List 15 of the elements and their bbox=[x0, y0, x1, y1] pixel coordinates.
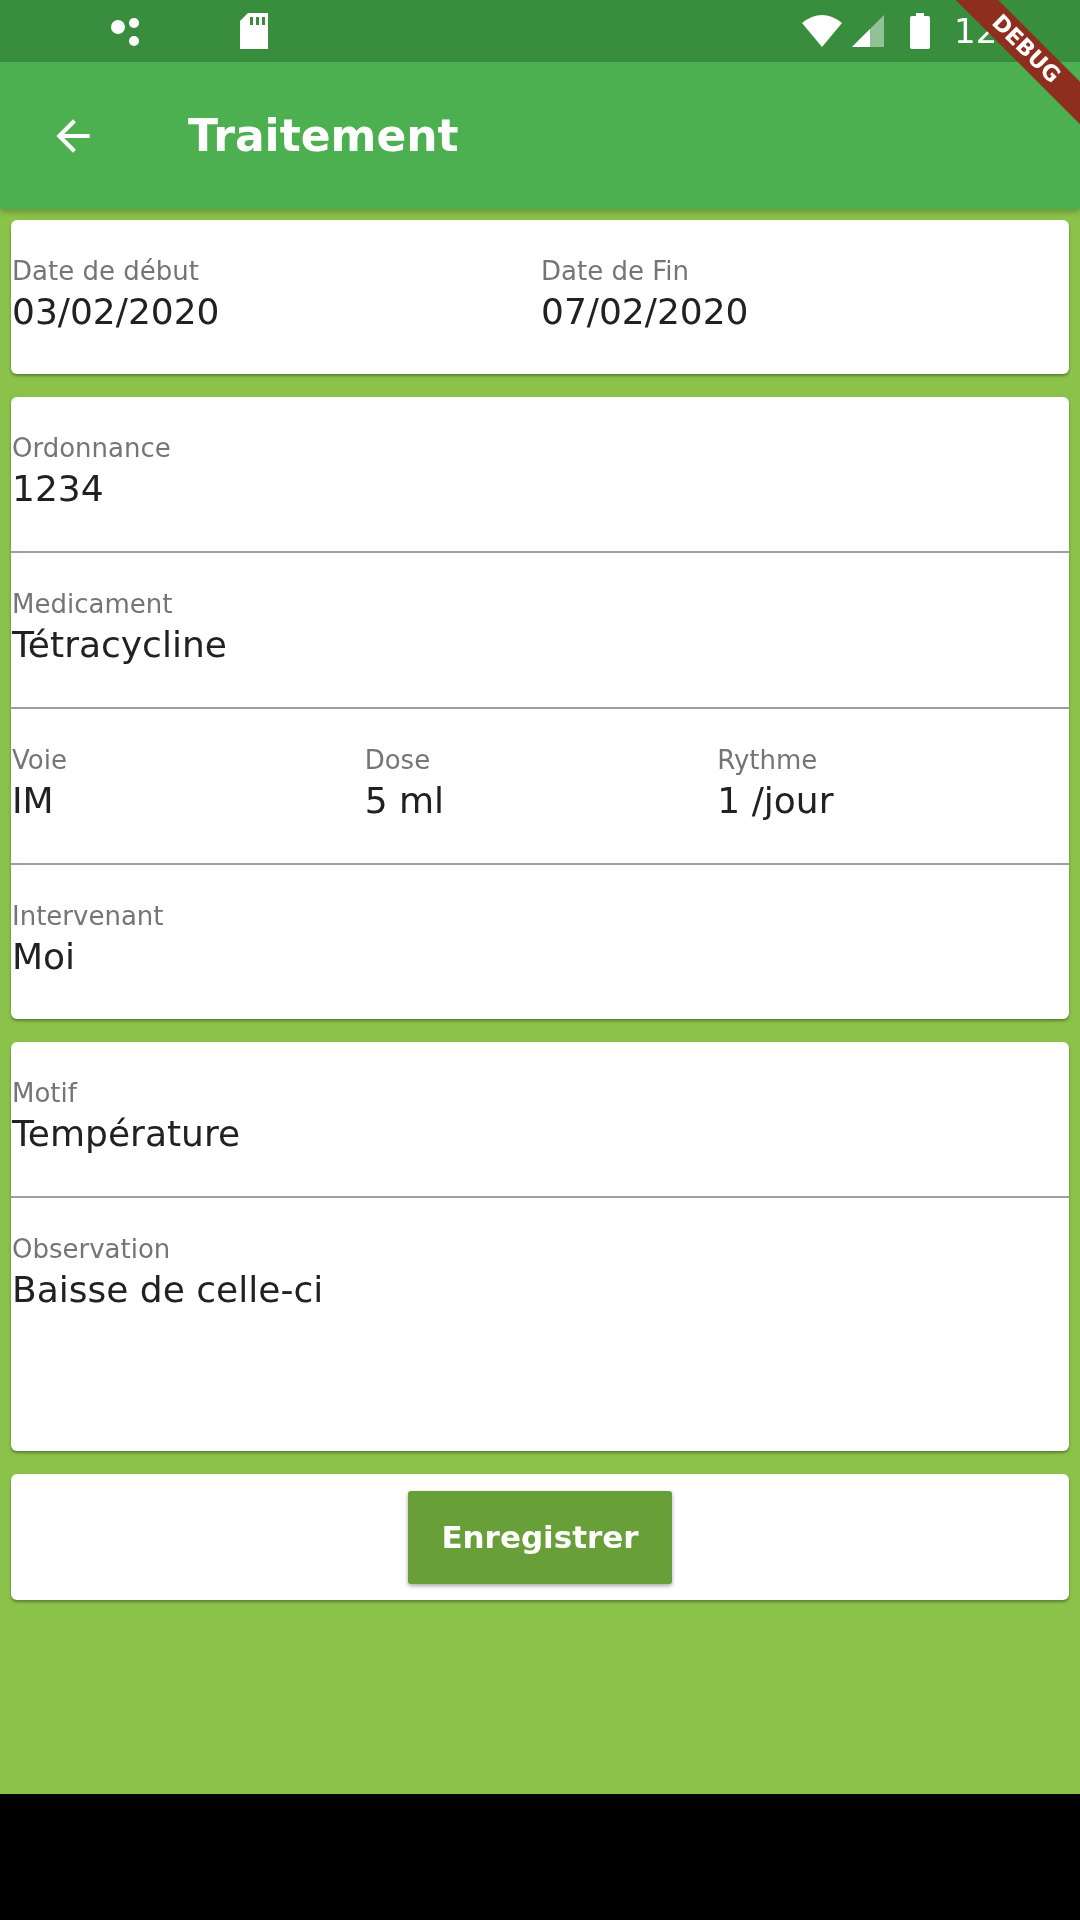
screen-title: Traitement bbox=[188, 110, 459, 161]
input-field[interactable]: Dose 5 ml bbox=[363, 709, 717, 863]
battery-icon bbox=[910, 13, 930, 49]
input-field[interactable]: Intervenant Moi bbox=[11, 865, 1069, 1019]
input-field[interactable]: Ordonnance 1234 bbox=[11, 397, 1069, 551]
input-field[interactable]: Motif Température bbox=[11, 1042, 1069, 1196]
input-field[interactable]: Date de Fin 07/02/2020 bbox=[540, 220, 1069, 374]
signal-icon bbox=[852, 15, 884, 47]
input-field[interactable]: Date de début 03/02/2020 bbox=[11, 220, 540, 374]
input-field[interactable]: Medicament Tétracycline bbox=[11, 553, 1069, 707]
input-field[interactable]: Rythme 1 /jour bbox=[716, 709, 1069, 863]
input-field[interactable]: Voie IM bbox=[11, 709, 364, 863]
input-field[interactable]: Observation Baisse de celle-ci bbox=[11, 1198, 1069, 1451]
wifi-icon bbox=[802, 15, 842, 47]
sd-card-icon bbox=[240, 13, 270, 49]
